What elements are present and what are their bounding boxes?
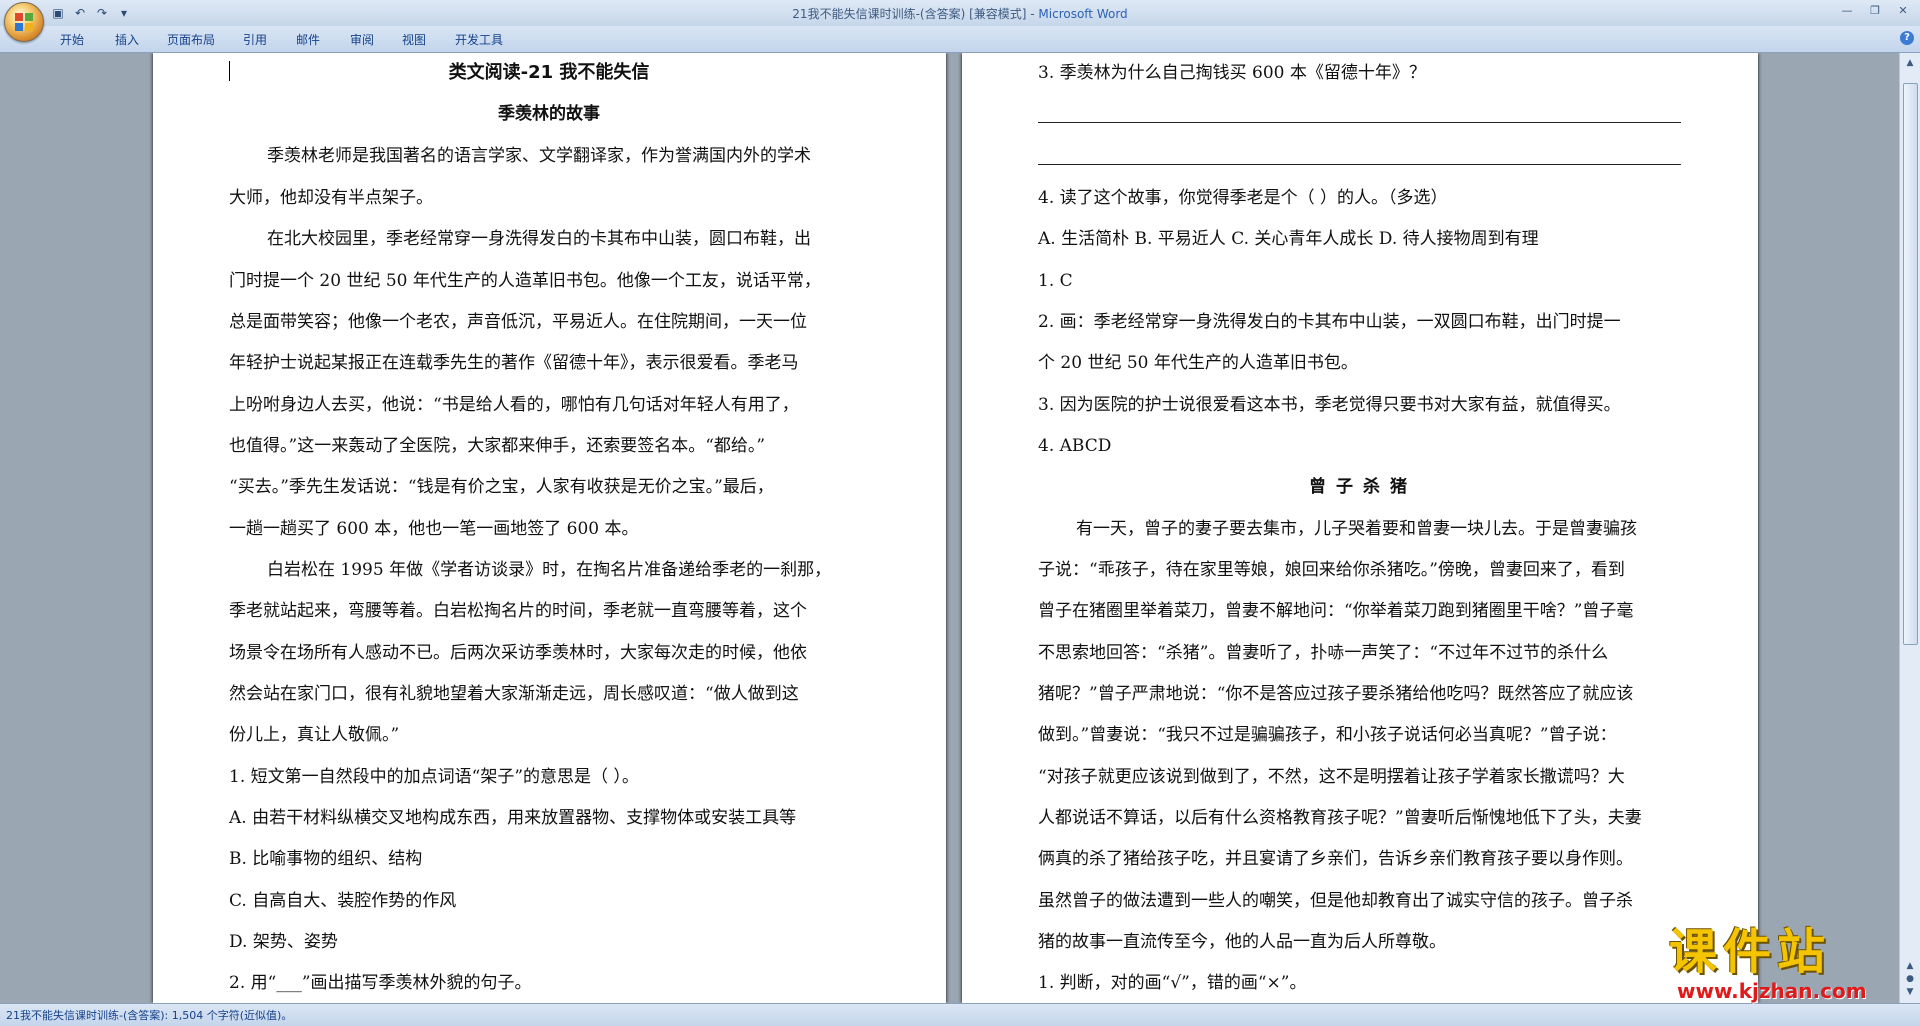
tab-home[interactable]: 开始 [60,31,84,48]
scroll-thumb[interactable] [1903,83,1918,645]
document-area: 类文阅读-21 我不能失信 季羡林的故事 季羡林老师是我国著名的语言学家、文学翻… [0,53,1900,1003]
paragraph-line: 大师，他却没有半点架子。 [229,188,433,208]
answer-rule [1038,122,1681,123]
app-name: Microsoft Word [1038,7,1128,21]
paragraph-line: 俩真的杀了猪给孩子吃，并且宴请了乡亲们，告诉乡亲们教育孩子要以身作则。 [1038,849,1633,869]
paragraph-line: 在北大校园里，季老经常穿一身洗得发白的卡其布中山装，圆口布鞋，出 [267,229,811,249]
ribbon-tab-bar: 开始 插入 页面布局 引用 邮件 审阅 视图 开发工具 ? [0,26,1920,53]
option-line: B. 比喻事物的组织、结构 [229,849,423,869]
word-count-status[interactable]: 21我不能失信课时训练-(含答案): 1,504 个字符(近似值)。 [6,1007,292,1023]
option-line: A. 由若干材料纵横交叉地构成东西，用来放置器物、支撑物体或安装工具等 [229,808,797,828]
story-heading: 季羡林的故事 [498,104,600,124]
page-1[interactable]: 类文阅读-21 我不能失信 季羡林的故事 季羡林老师是我国著名的语言学家、文学翻… [153,53,946,1003]
next-page-icon[interactable]: ▼ [1902,984,1918,1000]
option-line: A. 生活简朴 B. 平易近人 C. 关心青年人成长 D. 待人接物周到有理 [1038,229,1539,249]
question-line: 4. 读了这个故事，你觉得季老是个（ ）的人。（多选） [1038,188,1448,208]
answer-line: 4. ABCD [1038,436,1112,456]
option-line: D. 架势、姿势 [229,932,338,952]
document-title: 21我不能失信课时训练-(含答案) [兼容模式] - [792,7,1039,21]
question-line: 2. 用“___”画出描写季羡林外貌的句子。 [229,973,532,993]
paragraph-line: 然会站在家门口，很有礼貌地望着大家渐渐走远，周长感叹道：“做人做到这 [229,684,799,704]
paragraph-line: 年轻护士说起某报正在连载季先生的著作《留德十年》，表示很爱看。季老马 [229,353,799,373]
paragraph-line: 总是面带笑容；他像一个老农，声音低沉，平易近人。在住院期间，一天一位 [229,312,807,332]
paragraph-line: 白岩松在 1995 年做《学者访谈录》时，在掏名片准备递给季老的一刹那， [267,560,832,580]
status-bar: 21我不能失信课时训练-(含答案): 1,504 个字符(近似值)。 [0,1003,1920,1026]
paragraph-line: 一趟一趟买了 600 本，他也一笔一画地签了 600 本。 [229,519,639,539]
title-bar: ▣ ↶ ↷ ▾ 21我不能失信课时训练-(含答案) [兼容模式] - Micro… [0,0,1920,26]
paragraph-line: 份儿上，真让人敬佩。” [229,725,400,745]
answer-rule [1038,164,1681,165]
answer-line: 2. 画：季老经常穿一身洗得发白的卡其布中山装，一双圆口布鞋，出门时提一 [1038,312,1621,332]
tab-insert[interactable]: 插入 [115,31,139,48]
paragraph-line: 场景令在场所有人感动不已。后两次采访季羡林时，大家每次走的时候，他依 [229,643,807,663]
paragraph-line: 虽然曾子的做法遭到一些人的嘲笑，但是他却教育出了诚实守信的孩子。曾子杀 [1038,891,1633,911]
paragraph-line: 季老就站起来，弯腰等着。白岩松掏名片的时间，季老就一直弯腰等着，这个 [229,601,807,621]
story-heading: 曾子杀猪 [1309,477,1417,497]
answer-line: 1. C [1038,271,1073,291]
paragraph-line: 也值得。”这一来轰动了全医院，大家都来伸手，还索要签名本。“都给。” [229,436,766,456]
tab-review[interactable]: 审阅 [350,31,374,48]
paragraph-line: 人都说话不算话，以后有什么资格教育孩子呢？”曾妻听后惭愧地低下了头，夫妻 [1038,808,1642,828]
question-line: 1. 判断，对的画“√”，错的画“×”。 [1038,973,1307,993]
paragraph-line: 上吩咐身边人去买，他说：“书是给人看的，哪怕有几句话对年轻人有用了， [229,395,799,415]
option-line: C. 自高自大、装腔作势的作风 [229,891,457,911]
paragraph-line: 做到。”曾妻说：“我只不过是骗骗孩子，和小孩子说话何必当真呢？”曾子说： [1038,725,1617,745]
tab-developer[interactable]: 开发工具 [455,31,503,48]
answer-line: 3. 因为医院的护士说很爱看这本书，季老觉得只要书对大家有益，就值得买。 [1038,395,1621,415]
window-controls: — ❐ ✕ [1834,2,1916,20]
vertical-scrollbar[interactable]: ▲ ▲ ● ▼ [1899,53,1920,1003]
answer-line: 个 20 世纪 50 年代生产的人造革旧书包。 [1038,353,1358,373]
help-icon[interactable]: ? [1900,31,1914,45]
watermark-logo: 课件站 www.kjzhan.com [1655,925,1895,1005]
office-button-icon[interactable] [4,2,44,42]
tab-page-layout[interactable]: 页面布局 [167,31,215,48]
question-line: 1. 短文第一自然段中的加点词语“架子”的意思是（ ）。 [229,767,639,787]
paragraph-line: 曾子在猪圈里举着菜刀，曾妻不解地问：“你举着菜刀跑到猪圈里干啥？”曾子毫 [1038,601,1634,621]
paragraph-line: 季羡林老师是我国著名的语言学家、文学翻译家，作为誉满国内外的学术 [267,146,811,166]
paragraph-line: “买去。”季先生发话说：“钱是有价之宝，人家有收获是无价之宝。”最后， [229,477,774,497]
scroll-up-icon[interactable]: ▲ [1902,55,1918,71]
tab-references[interactable]: 引用 [243,31,267,48]
paragraph-line: 有一天，曾子的妻子要去集市，儿子哭着要和曾妻一块儿去。于是曾妻骗孩 [1076,519,1637,539]
paragraph-line: 不思索地回答：“杀猪”。曾妻听了，扑哧一声笑了：“不过年不过节的杀什么 [1038,643,1609,663]
paragraph-line: 猪呢？”曾子严肃地说：“你不是答应过孩子要杀猪给他吃吗？既然答应了就应该 [1038,684,1634,704]
minimize-icon[interactable]: — [1834,2,1860,20]
maximize-icon[interactable]: ❐ [1862,2,1888,20]
tab-view[interactable]: 视图 [402,31,426,48]
paragraph-line: “对孩子就更应该说到做到了，不然，这不是明摆着让孩子学着家长撒谎吗？大 [1038,767,1625,787]
close-icon[interactable]: ✕ [1890,2,1916,20]
window-title: 21我不能失信课时训练-(含答案) [兼容模式] - Microsoft Wor… [0,5,1920,22]
watermark-url: www.kjzhan.com [1677,979,1867,1003]
question-line: 3. 季羡林为什么自己掏钱买 600 本《留德十年》？ [1038,63,1426,83]
paragraph-line: 猪的故事一直流传至今，他的人品一直为后人所尊敬。 [1038,932,1446,952]
page-2[interactable]: 3. 季羡林为什么自己掏钱买 600 本《留德十年》？ 4. 读了这个故事，你觉… [962,53,1758,1003]
watermark-main-text: 课件站 [1669,924,1832,980]
paragraph-line: 子说：“乖孩子，待在家里等娘，娘回来给你杀猪吃。”傍晚，曾妻回来了，看到 [1038,560,1625,580]
page-heading: 类文阅读-21 我不能失信 [448,62,650,83]
paragraph-line: 门时提一个 20 世纪 50 年代生产的人造革旧书包。他像一个工友，说话平常， [229,271,821,291]
tab-mailings[interactable]: 邮件 [296,31,320,48]
